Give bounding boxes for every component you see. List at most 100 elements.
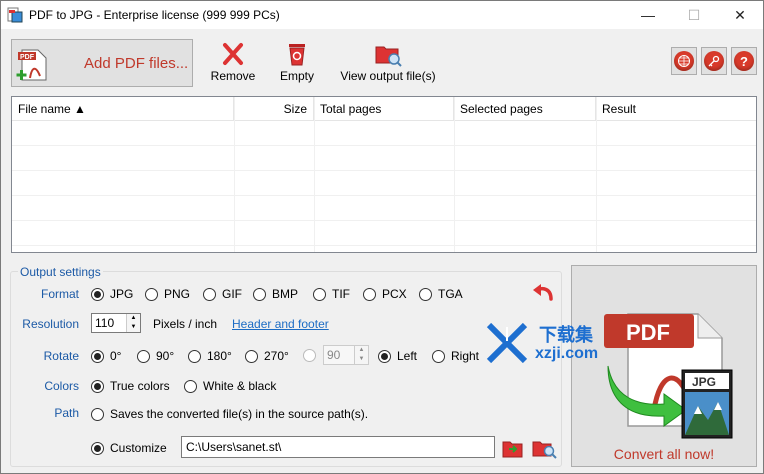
white-black-radio[interactable]: White & black [184,379,276,393]
help-icon: ? [734,51,754,71]
radio-indicator [378,349,391,363]
list-row-empty [12,121,756,146]
spin-arrows: ▲ ▼ [354,346,368,364]
app-icon [7,7,23,23]
resolution-unit: Pixels / inch [153,317,218,331]
column-result[interactable]: Result [596,97,756,121]
rotate-270-radio[interactable]: 270° [245,349,289,363]
radio-indicator [419,287,432,301]
remove-button[interactable]: Remove [209,41,257,83]
spin-arrows[interactable]: ▲ ▼ [126,314,140,332]
path-source-radio[interactable]: Saves the converted file(s) in the sourc… [91,407,368,421]
trash-icon [289,44,305,66]
header-footer-link[interactable]: Header and footer [232,317,329,331]
rotate-90-radio[interactable]: 90° [137,349,174,363]
browse-folder-icon[interactable] [501,437,525,459]
rotate-label: Rotate [43,349,79,363]
rotate-0-radio[interactable]: 0° [91,349,121,363]
svg-text:PDF: PDF [20,54,35,61]
format-png-label: PNG [164,287,191,301]
resolution-value[interactable]: 110 [92,314,126,332]
format-tga-radio[interactable]: TGA [419,287,463,301]
rotate-270-label: 270° [264,349,289,363]
column-file-name[interactable]: File name ▲ [12,97,234,121]
website-button[interactable] [671,47,697,75]
path-label: Path [54,406,79,420]
reset-undo-icon[interactable] [531,281,555,303]
empty-button[interactable]: Empty [275,41,319,83]
minimize-button[interactable]: — [625,1,671,29]
direction-left-radio[interactable]: Left [378,349,417,363]
rotate-custom-value: 90 [327,348,341,362]
white-black-label: White & black [203,379,277,393]
true-colors-radio[interactable]: True colors [91,379,170,393]
maximize-icon: ☐ [687,6,701,23]
license-button[interactable] [701,47,727,75]
maximize-button[interactable]: ☐ [671,1,717,29]
column-size[interactable]: Size [234,97,314,121]
watermark-text-cn: 下载集 [539,325,593,345]
spin-up-icon: ▲ [355,346,368,355]
rotate-90-label: 90° [156,349,175,363]
rotate-custom-radio[interactable] [303,349,322,362]
open-folder-search-icon[interactable] [531,437,557,459]
add-pdf-label: Add PDF files... [84,55,189,72]
rotate-180-label: 180° [207,349,232,363]
format-jpg-radio[interactable]: JPG [91,287,133,301]
radio-indicator [91,407,104,421]
watermark-text-url: xzji.com [535,345,599,362]
direction-right-radio[interactable]: Right [432,349,479,363]
title-bar: PDF to JPG - Enterprise license (999 999… [1,1,763,29]
radio-indicator [137,349,150,363]
format-tif-label: TIF [332,287,350,301]
path-customize-label: Customize [110,441,167,455]
true-colors-label: True colors [110,379,170,393]
spin-up-icon[interactable]: ▲ [127,314,140,323]
path-customize-radio[interactable]: Customize [91,441,167,455]
remove-label: Remove [210,69,256,83]
spin-down-icon[interactable]: ▼ [127,323,140,332]
format-bmp-radio[interactable]: BMP [253,287,298,301]
radio-indicator [245,349,258,363]
close-button[interactable]: ✕ [717,1,763,29]
add-pdf-icon: PDF [16,49,47,81]
rotate-0-label: 0° [110,349,122,363]
window-title: PDF to JPG - Enterprise license (999 999… [29,8,280,22]
minimize-icon: — [641,7,655,23]
remove-icon [223,43,243,65]
radio-indicator [91,379,104,393]
column-total-pages[interactable]: Total pages [314,97,454,121]
radio-indicator [91,441,104,455]
spin-down-icon: ▼ [355,355,368,364]
folder-search-icon [375,46,402,67]
format-tif-radio[interactable]: TIF [313,287,350,301]
file-list[interactable]: File name ▲ Size Total pages Selected pa… [11,96,757,253]
direction-left-label: Left [397,349,418,363]
resolution-spinbox[interactable]: 110 ▲ ▼ [91,313,141,333]
radio-indicator [313,287,326,301]
format-pcx-label: PCX [382,287,407,301]
resolution-label: Resolution [22,317,79,331]
radio-indicator [184,379,197,393]
format-png-radio[interactable]: PNG [145,287,190,301]
format-gif-radio[interactable]: GIF [203,287,242,301]
rotate-180-radio[interactable]: 180° [188,349,232,363]
globe-icon [674,51,694,71]
format-pcx-radio[interactable]: PCX [363,287,407,301]
view-output-label: View output file(s) [340,69,436,83]
format-tga-label: TGA [438,287,463,301]
empty-label: Empty [279,69,314,83]
column-selected-pages[interactable]: Selected pages [454,97,596,121]
list-row-empty [12,171,756,196]
help-button[interactable]: ? [731,47,757,75]
add-pdf-files-button[interactable]: PDF Add PDF files... [11,39,193,87]
jpg-badge-text: JPG [692,375,716,389]
path-source-label: Saves the converted file(s) in the sourc… [110,407,369,421]
watermark-logo-icon [486,323,528,363]
colors-label: Colors [44,379,79,393]
view-output-button[interactable]: View output file(s) [337,41,439,83]
key-icon [704,51,724,71]
radio-indicator [253,287,266,301]
convert-all-label: Convert all now! [613,446,715,462]
output-path-input[interactable]: C:\Users\sanet.st\ [181,436,495,458]
